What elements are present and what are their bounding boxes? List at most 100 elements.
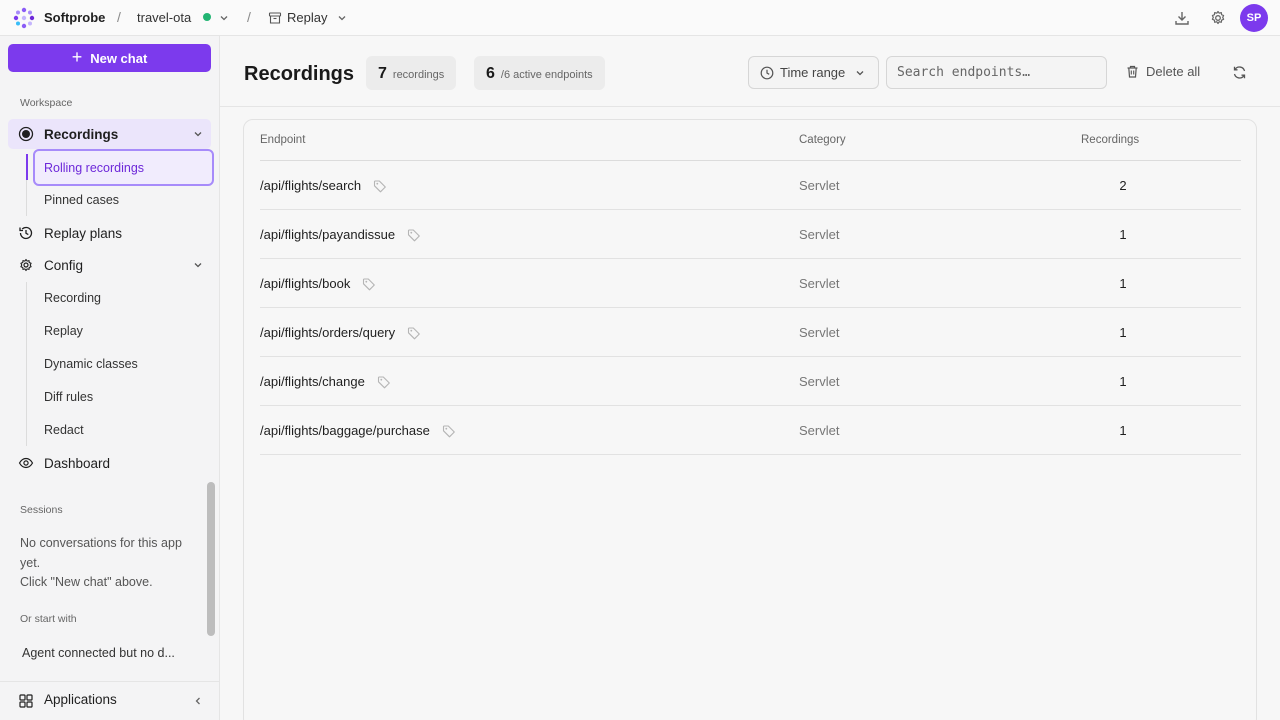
sidebar-subitem-label: Rolling recordings [44, 161, 145, 175]
sidebar-item-replay-plans[interactable]: Replay plans [8, 218, 211, 248]
brand-name[interactable]: Softprobe [44, 10, 105, 25]
sidebar-item-label: Dashboard [44, 455, 111, 471]
tree-line [26, 282, 27, 446]
user-avatar[interactable]: SP [1240, 4, 1268, 32]
table-row[interactable]: /api/flights/baggage/purchase Servlet 1 [260, 406, 1241, 455]
start-with-item[interactable]: Agent connected but no d... [22, 646, 175, 660]
recordings-count-cell: 1 [1119, 227, 1127, 242]
stat-recordings-badge: 7 recordings [366, 56, 457, 90]
sidebar-subitem-recording[interactable]: Recording [44, 291, 101, 305]
table-row[interactable]: /api/flights/orders/query Servlet 1 [260, 308, 1241, 357]
new-chat-button[interactable]: + New chat [8, 44, 211, 72]
tag-icon[interactable] [362, 277, 376, 291]
chevron-down-icon[interactable] [193, 129, 203, 139]
column-header-recordings[interactable]: Recordings [1081, 134, 1139, 146]
category-cell: Servlet [799, 178, 840, 193]
stat-number: 7 [378, 65, 387, 82]
applications-bar[interactable]: Applications [0, 681, 219, 720]
history-icon [19, 226, 33, 240]
top-bar: Softprobe / travel-ota / Replay SP [0, 0, 1280, 36]
stat-label: /6 active endpoints [500, 69, 593, 81]
tag-icon[interactable] [373, 179, 387, 193]
sessions-section-label: Sessions [20, 504, 63, 516]
stat-endpoints-badge: 6 /6 active endpoints [474, 56, 605, 90]
workspace-section-label: Workspace [20, 97, 73, 109]
breadcrumb-separator: / [117, 9, 121, 25]
sidebar-item-config[interactable]: Config [8, 250, 211, 280]
table-row[interactable]: /api/flights/search Servlet 2 [260, 161, 1241, 210]
sidebar-subitem-rolling-recordings[interactable]: Rolling recordings [33, 149, 214, 186]
category-cell: Servlet [799, 276, 840, 291]
sidebar-item-label: Replay plans [44, 225, 123, 241]
stat-label: recordings [392, 69, 445, 81]
sidebar-item-dashboard[interactable]: Dashboard [8, 448, 211, 478]
sidebar-subitem-replay[interactable]: Replay [44, 324, 83, 338]
applications-label: Applications [44, 692, 117, 707]
chevron-down-icon [856, 70, 864, 75]
tree-line [26, 180, 27, 216]
app-status-dot [203, 13, 211, 21]
sidebar-item-label: Recordings [44, 126, 119, 142]
download-icon[interactable] [1173, 9, 1191, 27]
delete-all-button[interactable]: Delete all [1126, 64, 1200, 79]
recordings-count-cell: 1 [1119, 325, 1127, 340]
tag-icon[interactable] [442, 424, 456, 438]
chevron-left-icon[interactable] [193, 696, 203, 706]
tree-line-active [26, 154, 28, 180]
recordings-table: Endpoint Category Recordings /api/flight… [243, 119, 1257, 720]
tag-icon[interactable] [407, 228, 421, 242]
table-row[interactable]: /api/flights/book Servlet 1 [260, 259, 1241, 308]
sessions-empty-message: No conversations for this app yet. Click… [20, 534, 200, 593]
breadcrumb-page[interactable]: Replay [287, 10, 327, 25]
breadcrumb-separator: / [247, 9, 251, 25]
sidebar-scrollbar[interactable] [207, 482, 215, 636]
plus-icon: + [71, 47, 83, 67]
sidebar-subitem-pinned-cases[interactable]: Pinned cases [44, 193, 119, 207]
time-range-dropdown[interactable]: Time range [748, 56, 879, 89]
tag-icon[interactable] [377, 375, 391, 389]
trash-icon [1127, 65, 1138, 78]
category-cell: Servlet [799, 227, 840, 242]
table-row[interactable]: /api/flights/payandissue Servlet 1 [260, 210, 1241, 259]
recordings-count-cell: 1 [1119, 423, 1127, 438]
refresh-icon[interactable] [1232, 65, 1247, 80]
softprobe-logo-icon [13, 7, 35, 29]
recordings-count-cell: 1 [1119, 374, 1127, 389]
endpoint-cell[interactable]: /api/flights/change [260, 374, 365, 389]
sidebar-item-recordings[interactable]: Recordings [8, 119, 211, 149]
column-header-endpoint[interactable]: Endpoint [260, 134, 305, 146]
category-cell: Servlet [799, 374, 840, 389]
column-header-category[interactable]: Category [799, 134, 846, 146]
clock-icon [760, 66, 774, 79]
search-endpoints-input[interactable] [886, 56, 1107, 89]
main-header: Recordings 7 recordings 6 /6 active endp… [220, 36, 1280, 107]
eye-icon [18, 457, 34, 469]
endpoint-cell[interactable]: /api/flights/orders/query [260, 325, 395, 340]
archive-icon [268, 12, 282, 24]
category-cell: Servlet [799, 325, 840, 340]
endpoint-cell[interactable]: /api/flights/baggage/purchase [260, 423, 430, 438]
app-chevron-down-icon[interactable] [219, 13, 229, 23]
endpoint-cell[interactable]: /api/flights/search [260, 178, 361, 193]
settings-gear-icon[interactable] [1209, 9, 1227, 27]
category-cell: Servlet [799, 423, 840, 438]
recordings-count-cell: 1 [1119, 276, 1127, 291]
time-range-label: Time range [780, 65, 846, 80]
endpoint-cell[interactable]: /api/flights/payandissue [260, 227, 395, 242]
endpoint-cell[interactable]: /api/flights/book [260, 276, 350, 291]
chevron-down-icon[interactable] [193, 260, 203, 270]
start-with-label: Or start with [20, 613, 77, 625]
sidebar-subitem-diff-rules[interactable]: Diff rules [44, 390, 93, 404]
recordings-count-cell: 2 [1119, 178, 1127, 193]
gear-icon [20, 258, 32, 272]
table-row[interactable]: /api/flights/change Servlet 1 [260, 357, 1241, 406]
sessions-empty-line: Click "New chat" above. [20, 575, 153, 589]
page-chevron-down-icon[interactable] [337, 13, 347, 23]
stat-number: 6 [486, 65, 495, 82]
sidebar-subitem-dynamic-classes[interactable]: Dynamic classes [44, 357, 138, 371]
sidebar-subitem-redact[interactable]: Redact [44, 423, 84, 437]
delete-all-label: Delete all [1146, 64, 1201, 79]
breadcrumb-app[interactable]: travel-ota [137, 10, 191, 25]
sidebar: + New chat Workspace Recordings Rolling … [0, 36, 220, 720]
tag-icon[interactable] [407, 326, 421, 340]
